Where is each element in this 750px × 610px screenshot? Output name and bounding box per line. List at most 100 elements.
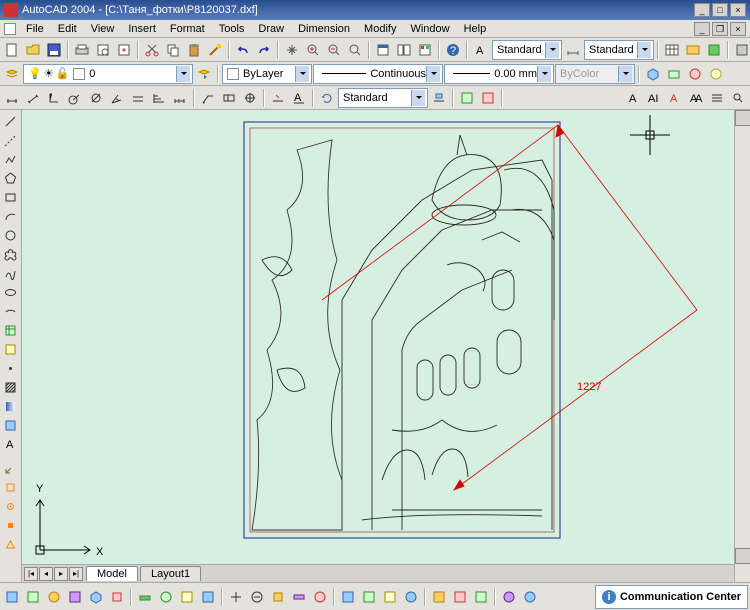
et-btn23-icon[interactable] bbox=[499, 587, 519, 607]
scroll-up-button[interactable] bbox=[735, 110, 750, 126]
match-prop-icon[interactable] bbox=[205, 40, 225, 60]
menu-help[interactable]: Help bbox=[458, 22, 493, 36]
menu-insert[interactable]: Insert bbox=[122, 22, 162, 36]
et-btn21-icon[interactable] bbox=[450, 587, 470, 607]
refedit-icon[interactable] bbox=[457, 88, 477, 108]
osnap-from-icon[interactable] bbox=[2, 497, 20, 515]
layer-manager-icon[interactable] bbox=[2, 64, 22, 84]
vertical-scrollbar[interactable] bbox=[734, 110, 750, 582]
spline-icon[interactable] bbox=[2, 264, 20, 282]
paste-icon[interactable] bbox=[184, 40, 204, 60]
arc-icon[interactable] bbox=[2, 207, 20, 225]
dim-style-dropdown2[interactable]: Standard bbox=[584, 40, 654, 60]
close-button[interactable]: × bbox=[730, 3, 746, 17]
linetype-dropdown[interactable]: Continuous bbox=[313, 64, 443, 84]
et-btn6-icon[interactable] bbox=[107, 587, 127, 607]
text-style-btn-icon[interactable]: A bbox=[665, 88, 685, 108]
tables-icon[interactable] bbox=[662, 40, 682, 60]
make-block-icon[interactable] bbox=[2, 340, 20, 358]
et-btn3-icon[interactable] bbox=[44, 587, 64, 607]
et-btn2-icon[interactable] bbox=[23, 587, 43, 607]
communication-center[interactable]: i Communication Center bbox=[595, 585, 748, 609]
block-icon[interactable] bbox=[704, 40, 724, 60]
osnap-end-icon[interactable] bbox=[2, 516, 20, 534]
osnap-temp-icon[interactable] bbox=[2, 478, 20, 496]
point-icon[interactable] bbox=[2, 359, 20, 377]
dim-style-manager-icon[interactable] bbox=[429, 88, 449, 108]
pline-icon[interactable] bbox=[2, 150, 20, 168]
menu-draw[interactable]: Draw bbox=[252, 22, 290, 36]
menu-window[interactable]: Window bbox=[404, 22, 455, 36]
menu-modify[interactable]: Modify bbox=[358, 22, 402, 36]
text-a-icon[interactable]: A bbox=[623, 88, 643, 108]
find-icon[interactable] bbox=[728, 88, 748, 108]
text-style-icon[interactable]: A bbox=[471, 40, 491, 60]
dim-style-icon2[interactable] bbox=[563, 40, 583, 60]
pan-icon[interactable] bbox=[282, 40, 302, 60]
scroll-down-button[interactable] bbox=[735, 548, 750, 564]
xline-icon[interactable] bbox=[2, 131, 20, 149]
doc-close-button[interactable]: × bbox=[730, 22, 746, 36]
text-icon[interactable]: A bbox=[2, 435, 20, 453]
drawing-canvas[interactable]: X Y 1227 |◂ ◂ ▸ ▸| Model bbox=[22, 110, 734, 582]
dim-continue-icon[interactable] bbox=[170, 88, 190, 108]
design-center-icon[interactable] bbox=[394, 40, 414, 60]
dim-quick-icon[interactable] bbox=[128, 88, 148, 108]
redo-icon[interactable] bbox=[254, 40, 274, 60]
et-btn8-icon[interactable] bbox=[156, 587, 176, 607]
et-btn5-icon[interactable] bbox=[86, 587, 106, 607]
zoom-previous-icon[interactable] bbox=[345, 40, 365, 60]
copy-icon[interactable] bbox=[163, 40, 183, 60]
text-ai-icon[interactable]: AI bbox=[644, 88, 664, 108]
et-btn4-icon[interactable] bbox=[65, 587, 85, 607]
dimedit-icon[interactable] bbox=[268, 88, 288, 108]
undo-icon[interactable] bbox=[233, 40, 253, 60]
osnap-mid-icon[interactable] bbox=[2, 535, 20, 553]
dim-linear-icon[interactable] bbox=[2, 88, 22, 108]
gradient-icon[interactable] bbox=[2, 397, 20, 415]
center-mark-icon[interactable] bbox=[240, 88, 260, 108]
lineweight-dropdown[interactable]: 0.00 mm bbox=[444, 64, 554, 84]
et-btn17-icon[interactable] bbox=[359, 587, 379, 607]
et-btn22-icon[interactable] bbox=[471, 587, 491, 607]
et-btn20-icon[interactable] bbox=[429, 587, 449, 607]
circle-icon[interactable] bbox=[2, 226, 20, 244]
text-scale-icon[interactable]: AA bbox=[686, 88, 706, 108]
ellipse-arc-icon[interactable] bbox=[2, 302, 20, 320]
et-btn24-icon[interactable] bbox=[520, 587, 540, 607]
maximize-button[interactable]: □ bbox=[712, 3, 728, 17]
et-btn11-icon[interactable] bbox=[226, 587, 246, 607]
rectangle-icon[interactable] bbox=[2, 188, 20, 206]
text-justify-icon[interactable] bbox=[707, 88, 727, 108]
refclose-icon[interactable] bbox=[478, 88, 498, 108]
tab-next-button[interactable]: ▸ bbox=[54, 567, 68, 581]
minimize-button[interactable]: _ bbox=[694, 3, 710, 17]
doc-minimize-button[interactable]: _ bbox=[694, 22, 710, 36]
publish-icon[interactable] bbox=[114, 40, 134, 60]
help-icon[interactable]: ? bbox=[443, 40, 463, 60]
plot-preview-icon[interactable] bbox=[93, 40, 113, 60]
standard-btn1-icon[interactable] bbox=[732, 40, 750, 60]
line-icon[interactable] bbox=[2, 112, 20, 130]
tab-last-button[interactable]: ▸| bbox=[69, 567, 83, 581]
doc-icon[interactable] bbox=[4, 23, 16, 35]
et-btn7-icon[interactable] bbox=[135, 587, 155, 607]
tab-layout1[interactable]: Layout1 bbox=[140, 566, 201, 581]
tab-model[interactable]: Model bbox=[86, 566, 138, 581]
dim-ordinate-icon[interactable] bbox=[44, 88, 64, 108]
et-btn19-icon[interactable] bbox=[401, 587, 421, 607]
dim-radius-icon[interactable] bbox=[65, 88, 85, 108]
menu-dimension[interactable]: Dimension bbox=[292, 22, 356, 36]
tab-first-button[interactable]: |◂ bbox=[24, 567, 38, 581]
et-btn18-icon[interactable] bbox=[380, 587, 400, 607]
et-btn12-icon[interactable] bbox=[247, 587, 267, 607]
layer-dropdown[interactable]: 💡 ☀ 🔓 0 bbox=[23, 64, 193, 84]
menu-edit[interactable]: Edit bbox=[52, 22, 83, 36]
menu-view[interactable]: View bbox=[85, 22, 121, 36]
dim-style-dropdown[interactable]: Standard bbox=[338, 88, 428, 108]
menu-tools[interactable]: Tools bbox=[213, 22, 251, 36]
polygon-icon[interactable] bbox=[2, 169, 20, 187]
region-icon[interactable] bbox=[2, 416, 20, 434]
plotstyle-dropdown[interactable]: ByColor bbox=[555, 64, 635, 84]
hatch-icon[interactable] bbox=[2, 378, 20, 396]
